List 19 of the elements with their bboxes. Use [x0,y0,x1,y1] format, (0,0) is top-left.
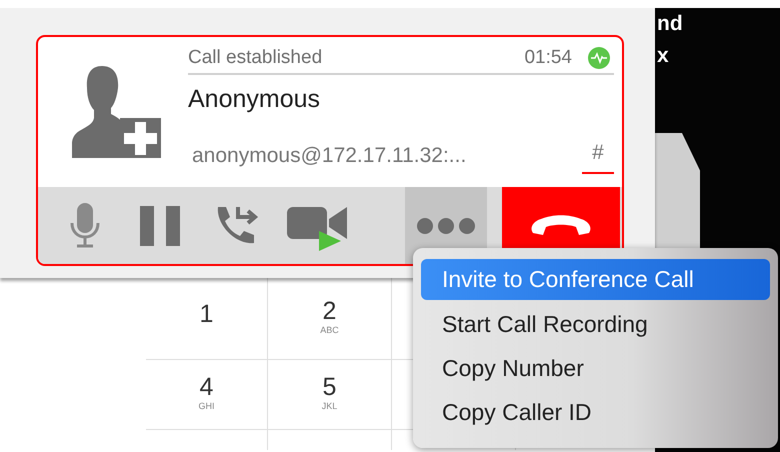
menu-item[interactable]: Copy Number [421,346,770,390]
menu-item[interactable]: Start Call Recording [421,302,770,346]
caller-name: Anonymous [188,84,322,115]
more-icon [416,216,476,234]
keypad-key[interactable]: 1 [146,278,268,360]
call-timer: 01:54 [524,46,572,70]
keypad-key[interactable]: 2 ABC [268,278,392,360]
menu-item[interactable]: Invite to Conference Call [421,259,770,300]
call-status: Call established [188,46,322,70]
signal-quality-icon [588,47,610,69]
window-text: nd [657,11,683,37]
keypad-key[interactable]: 4 GHI [146,360,268,430]
caller-address: anonymous@172.17.11.32:... [191,142,466,168]
keypad-toggle[interactable]: # [582,136,614,174]
keypad-key[interactable]: 5 JKL [268,360,392,430]
pause-icon [138,204,182,248]
menu-item[interactable]: Copy Caller ID [421,390,770,434]
add-contact-icon[interactable] [72,66,162,158]
window-text: x [657,42,669,68]
